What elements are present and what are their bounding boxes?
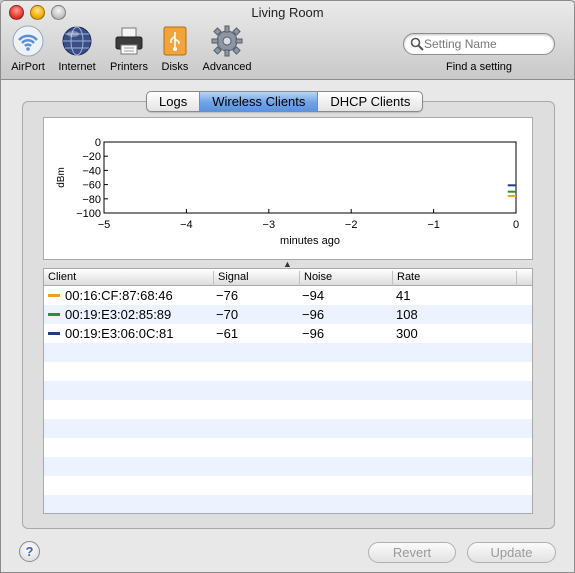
toolbar-printers[interactable]: Printers: [107, 25, 151, 73]
table-row-empty: [44, 476, 532, 495]
find-setting-label: Find a setting: [445, 61, 513, 73]
y-tick-label: −40: [82, 165, 101, 177]
tab-wireless-clients[interactable]: Wireless Clients: [200, 92, 319, 111]
table-row-empty: [44, 400, 532, 419]
table-row[interactable]: 00:19:E3:06:0C:81 −61 −96 300: [44, 324, 532, 343]
client-color-swatch: [48, 313, 60, 316]
tab-dhcp-clients[interactable]: DHCP Clients: [318, 92, 422, 111]
cell-client: 00:16:CF:87:68:46: [65, 288, 173, 303]
cell-signal: −76: [216, 288, 239, 303]
table-row-empty: [44, 419, 532, 438]
toolbar-label: AirPort: [11, 61, 45, 73]
table-row[interactable]: 00:19:E3:02:85:89 −70 −96 108: [44, 305, 532, 324]
cell-client: 00:19:E3:02:85:89: [65, 307, 172, 322]
cell-noise: −96: [302, 326, 325, 341]
table-row[interactable]: 00:16:CF:87:68:46 −76 −94 41: [44, 286, 532, 305]
cell-rate: 41: [396, 288, 411, 303]
client-color-swatch: [48, 294, 60, 297]
x-tick-label: −1: [427, 219, 440, 231]
y-tick-label: 0: [95, 137, 101, 149]
column-signal[interactable]: Signal: [213, 271, 299, 286]
table-row-empty: [44, 457, 532, 476]
search-placeholder: Setting Name: [424, 37, 497, 51]
globe-icon: [62, 26, 92, 56]
table-row-empty: [44, 495, 532, 513]
cell-rate: 300: [396, 326, 418, 341]
table-header: Client Signal Noise Rate: [44, 269, 532, 286]
table-row-empty: [44, 362, 532, 381]
tab-bar: Logs Wireless Clients DHCP Clients: [146, 91, 424, 112]
cell-rate: 108: [396, 307, 418, 322]
toolbar: Living Room AirPort Internet Printers Di…: [1, 1, 574, 80]
y-tick-label: −20: [82, 151, 101, 163]
table-body: 00:16:CF:87:68:46 −76 −94 41 00:19:E3:02:85:…: [44, 286, 532, 513]
window: Living Room AirPort Internet Printers Di…: [0, 0, 575, 573]
gear-icon: [211, 25, 243, 57]
usb-disk-icon: [163, 26, 187, 56]
x-tick-label: −5: [98, 219, 111, 231]
printer-icon: [115, 27, 143, 55]
cell-noise: −94: [302, 288, 325, 303]
toolbar-advanced[interactable]: Advanced: [200, 25, 254, 73]
y-axis-label: dBm: [56, 167, 67, 188]
x-axis-label: minutes ago: [280, 235, 340, 247]
help-button[interactable]: ?: [19, 541, 40, 562]
y-tick-label: −60: [82, 180, 101, 192]
table-row-empty: [44, 381, 532, 400]
cell-noise: −96: [302, 307, 325, 322]
search-icon: [410, 37, 424, 51]
x-tick-label: −3: [263, 219, 276, 231]
signal-chart: 0−20−40−60−80−100−5 −4 −3 −2 −1 0minutes agod…: [56, 137, 519, 247]
column-noise[interactable]: Noise: [299, 271, 392, 286]
toolbar-label: Internet: [58, 61, 96, 73]
update-button[interactable]: Update: [467, 542, 556, 563]
x-tick-label: −2: [345, 219, 358, 231]
clients-table: Client Signal Noise Rate 00:16:CF:87:68:…: [43, 268, 533, 514]
cell-client: 00:19:E3:06:0C:81: [65, 326, 174, 341]
toolbar-label: Printers: [110, 61, 148, 73]
cell-signal: −70: [216, 307, 239, 322]
search-input[interactable]: Setting Name: [403, 33, 555, 55]
window-title: Living Room: [251, 5, 324, 20]
table-row-empty: [44, 343, 532, 362]
toolbar-disks[interactable]: Disks: [157, 25, 193, 73]
toolbar-internet[interactable]: Internet: [55, 25, 99, 73]
column-rate[interactable]: Rate: [392, 271, 516, 286]
revert-button[interactable]: Revert: [368, 542, 456, 563]
column-spacer: [516, 271, 532, 286]
signal-graph: 0 −20 −40 −60 −80 −100 −5 −4 −3 −2 −1 0 minutes ago d…: [43, 117, 533, 260]
client-color-swatch: [48, 332, 60, 335]
toolbar-airport[interactable]: AirPort: [9, 25, 47, 73]
airport-icon: [12, 25, 44, 57]
table-row-empty: [44, 438, 532, 457]
x-tick-label: −4: [180, 219, 193, 231]
toolbar-label: Advanced: [202, 61, 252, 73]
y-tick-label: −80: [82, 194, 101, 206]
toolbar-label: Disks: [161, 61, 189, 73]
column-client[interactable]: Client: [44, 271, 213, 286]
tab-logs[interactable]: Logs: [147, 92, 201, 111]
x-tick-label: 0: [513, 219, 519, 231]
cell-signal: −61: [216, 326, 239, 341]
plot-area: [103, 141, 517, 214]
